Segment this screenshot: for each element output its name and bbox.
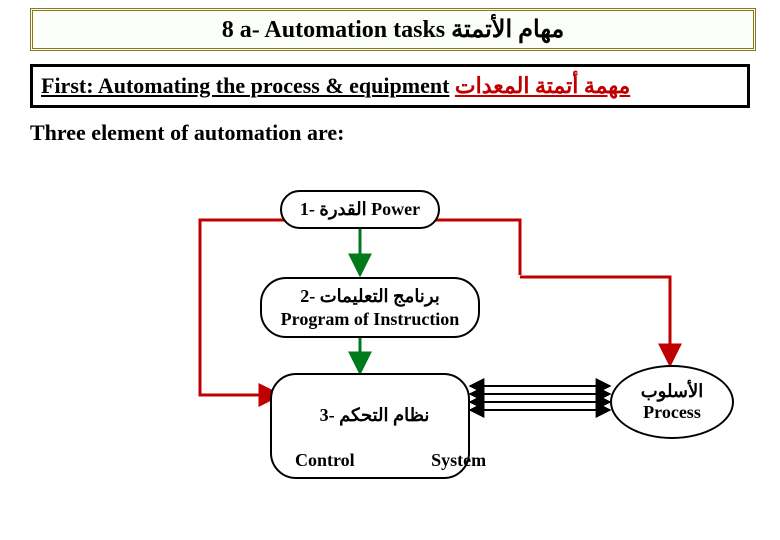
node-control-ar: 3- نظام التحكم xyxy=(320,405,430,425)
node-program: 2- برنامج التعليمات Program of Instructi… xyxy=(260,277,480,338)
node-power-en: Power xyxy=(371,199,420,219)
node-power: 1- القدرة Power xyxy=(280,190,440,229)
node-control-en: Control System xyxy=(295,450,486,470)
node-program-en: Program of Instruction xyxy=(276,308,464,331)
node-control: 3- نظام التحكم Control System xyxy=(270,373,470,479)
node-process-ar: الأسلوب xyxy=(612,381,732,402)
node-program-ar: 2- برنامج التعليمات xyxy=(276,285,464,308)
node-process: الأسلوب Process xyxy=(610,365,734,439)
node-power-ar: 1- القدرة xyxy=(300,199,367,219)
node-process-en: Process xyxy=(612,402,732,423)
